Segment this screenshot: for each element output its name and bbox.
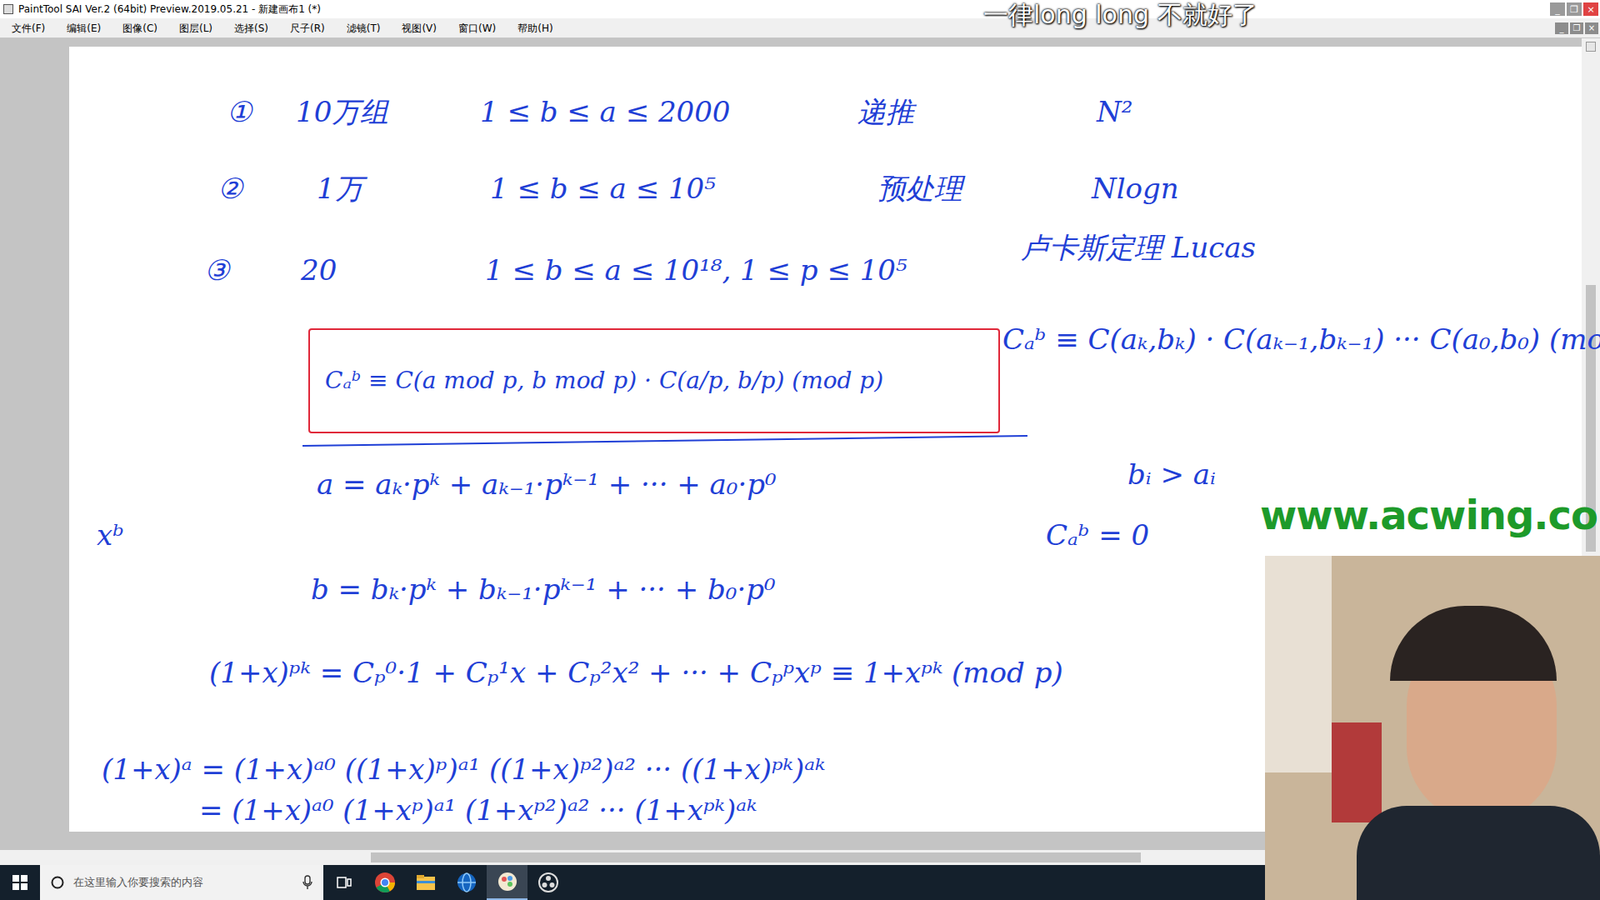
scroll-thumb[interactable] bbox=[370, 852, 1141, 863]
formula-box: Cₐᵇ ≡ C(a mod p, b mod p) · C(a/p, b/p) … bbox=[308, 328, 1000, 434]
taskbar-app[interactable] bbox=[364, 865, 405, 900]
handwritten-note: a = aₖ·pᵏ + aₖ₋₁·pᵏ⁻¹ + ··· + a₀·p⁰ bbox=[316, 468, 777, 501]
handwritten-note: 1 ≤ b ≤ a ≤ 10⁵ bbox=[490, 172, 716, 205]
menu-item[interactable]: 文件(F) bbox=[11, 20, 45, 36]
obs-icon bbox=[537, 871, 560, 894]
handwritten-note: bᵢ > aᵢ bbox=[1127, 458, 1216, 491]
search-icon bbox=[50, 875, 65, 890]
taskbar-app[interactable] bbox=[445, 865, 487, 900]
taskbar-app[interactable] bbox=[527, 865, 569, 900]
window-control-button[interactable]: _ bbox=[1550, 2, 1565, 16]
search-box[interactable]: 在这里输入你要搜索的内容 bbox=[40, 865, 324, 900]
document-controls: _❐× bbox=[1555, 22, 1600, 35]
handwritten-note: N² bbox=[1096, 95, 1133, 129]
handwritten-note: 递推 bbox=[857, 95, 915, 129]
handwritten-note: Nlogn bbox=[1091, 172, 1180, 205]
handwritten-note: (1+x)ᵃ = (1+x)ᵃ⁰ ((1+x)ᵖ)ᵃ¹ ((1+x)ᵖ²)ᵃ² … bbox=[101, 753, 825, 786]
menu-bar: 文件(F) 编辑(E) 图像(C) 图层(L) 选择(S) 尺子(R) 滤镜(T) 视图(V)… bbox=[0, 18, 1600, 39]
menu-item[interactable]: 编辑(E) bbox=[66, 20, 101, 36]
document-control-button[interactable]: ❐ bbox=[1570, 22, 1584, 35]
handwritten-note: ③ bbox=[204, 254, 230, 287]
canvas-margin bbox=[0, 38, 70, 850]
menu-item[interactable]: 视图(V) bbox=[401, 20, 437, 36]
window-control-button[interactable]: ❐ bbox=[1566, 2, 1582, 16]
handwritten-note: ② bbox=[217, 172, 243, 205]
boxed-formula: Cₐᵇ ≡ C(a mod p, b mod p) · C(a/p, b/p) … bbox=[325, 363, 884, 399]
scroll-up-icon[interactable] bbox=[1585, 41, 1596, 52]
webcam-overlay bbox=[1265, 555, 1600, 900]
handwritten-note: 10万组 bbox=[295, 95, 389, 129]
window-title: PaintTool SAI Ver.2 (64bit) Preview.2019… bbox=[18, 1, 321, 17]
handwritten-note: 1 ≤ b ≤ a ≤ 2000 bbox=[480, 95, 731, 129]
handwritten-note: ① bbox=[226, 95, 252, 129]
menu-item[interactable]: 滤镜(T) bbox=[346, 20, 381, 36]
handwritten-note: = (1+x)ᵃ⁰ (1+xᵖ)ᵃ¹ (1+xᵖ²)ᵃ² ··· (1+xᵖᵏ)… bbox=[199, 794, 757, 827]
screen: PaintTool SAI Ver.2 (64bit) Preview.2019… bbox=[0, 0, 1600, 900]
sai-icon bbox=[496, 870, 519, 893]
handwritten-note: b = bₖ·pᵏ + bₖ₋₁·pᵏ⁻¹ + ··· + b₀·p⁰ bbox=[310, 573, 776, 606]
search-placeholder: 在这里输入你要搜索的内容 bbox=[73, 874, 294, 891]
folder-icon bbox=[415, 871, 437, 894]
menu-item[interactable]: 尺子(R) bbox=[290, 20, 325, 36]
subtitle: 一律long long 不就好了 bbox=[983, 0, 1258, 30]
handwritten-note: (1+x)ᵖᵏ = Cₚ⁰·1 + Cₚ¹x + Cₚ²x² + ··· + C… bbox=[209, 656, 1064, 690]
window-control-button[interactable]: × bbox=[1583, 2, 1599, 16]
handwritten-note: xᵇ bbox=[96, 519, 125, 552]
start-button[interactable] bbox=[0, 865, 40, 900]
document-control-button[interactable]: _ bbox=[1555, 22, 1569, 35]
document-control-button[interactable]: × bbox=[1585, 22, 1599, 35]
menu-item[interactable]: 窗口(W) bbox=[458, 20, 496, 36]
taskbar-app[interactable] bbox=[486, 865, 528, 900]
taskbar-app[interactable] bbox=[405, 865, 446, 900]
task-view-icon bbox=[335, 873, 354, 892]
handwritten-note: Cₐᵇ ≡ C(aₖ,bₖ) · C(aₖ₋₁,bₖ₋₁) ··· C(a₀,b… bbox=[1002, 323, 1600, 356]
microphone-icon bbox=[301, 875, 314, 890]
title-bar: PaintTool SAI Ver.2 (64bit) Preview.2019… bbox=[0, 0, 1600, 19]
taskbar-app[interactable] bbox=[323, 865, 365, 900]
menu-item[interactable]: 图层(L) bbox=[179, 20, 213, 36]
globe-icon bbox=[455, 871, 478, 894]
handwritten-note: 预处理 bbox=[877, 172, 963, 205]
handwritten-note: 1万 bbox=[316, 172, 364, 205]
watermark: www.acwing.com bbox=[1260, 491, 1600, 540]
menu-item[interactable]: 选择(S) bbox=[234, 20, 269, 36]
handwritten-note: 1 ≤ b ≤ a ≤ 10¹⁸, 1 ≤ p ≤ 10⁵ bbox=[485, 254, 908, 287]
handwritten-note: 卢卡斯定理 Lucas bbox=[1020, 231, 1256, 265]
handwritten-note: 20 bbox=[300, 254, 337, 287]
window-controls: _❐× bbox=[1550, 2, 1600, 16]
windows-icon bbox=[12, 875, 28, 890]
formula-underline bbox=[302, 435, 1028, 447]
app-icon bbox=[3, 4, 14, 15]
handwritten-note: Cₐᵇ = 0 bbox=[1045, 519, 1150, 552]
menu-item[interactable]: 图像(C) bbox=[122, 20, 158, 36]
chrome-icon bbox=[374, 871, 396, 894]
menu-item[interactable]: 帮助(H) bbox=[517, 20, 553, 36]
